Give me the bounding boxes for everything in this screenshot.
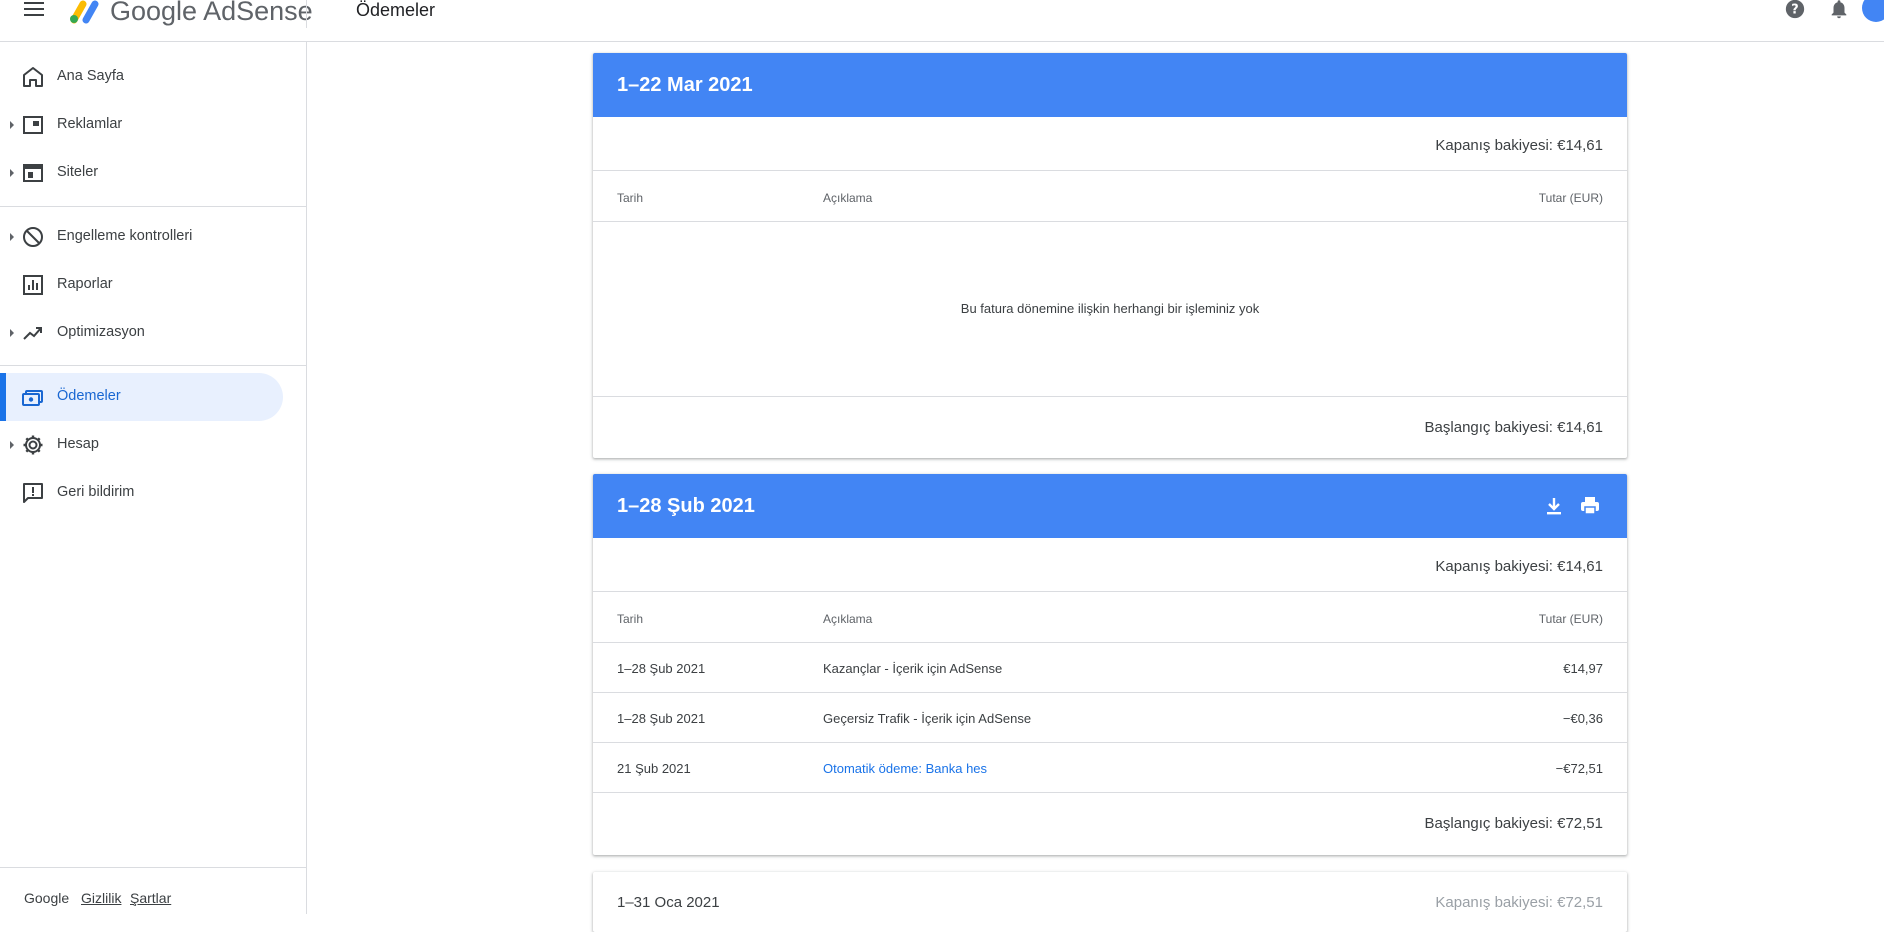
payments-icon bbox=[22, 390, 43, 406]
sidebar-item-home[interactable]: Ana Sayfa bbox=[0, 53, 283, 101]
sidebar-item-label: Ana Sayfa bbox=[57, 68, 124, 84]
closing-balance: Kapanış bakiyesi: €72,51 bbox=[1435, 894, 1603, 911]
sidebar-item-payments[interactable]: Ödemeler bbox=[0, 373, 283, 421]
statement-card-february: 1–28 Şub 2021 Kapanış bakiyesi: €14,61 T… bbox=[593, 474, 1627, 855]
column-date: Tarih bbox=[617, 191, 644, 205]
sidebar-item-blocking-controls[interactable]: Engelleme kontrolleri bbox=[0, 213, 283, 261]
opening-balance: Başlangıç bakiyesi: €72,51 bbox=[1424, 815, 1603, 832]
row-date: 21 Şub 2021 bbox=[617, 761, 691, 776]
column-description: Açıklama bbox=[823, 191, 873, 205]
adsense-logo-icon bbox=[70, 0, 99, 24]
ads-icon bbox=[23, 116, 43, 134]
block-icon bbox=[23, 227, 43, 247]
notifications-icon[interactable] bbox=[1827, 0, 1851, 20]
sidebar-item-sites[interactable]: Siteler bbox=[0, 149, 283, 197]
reports-icon bbox=[23, 275, 43, 295]
statement-card-march: 1–22 Mar 2021 Kapanış bakiyesi: €14,61 T… bbox=[593, 53, 1627, 458]
sidebar: Ana Sayfa Reklamlar Siteler Engelleme ko… bbox=[0, 42, 307, 914]
expand-caret-icon[interactable] bbox=[10, 121, 14, 129]
sites-icon bbox=[23, 164, 43, 182]
statement-period: 1–28 Şub 2021 bbox=[617, 495, 755, 517]
footer-privacy-link[interactable]: Gizlilik bbox=[81, 890, 121, 906]
sidebar-item-label: Geri bildirim bbox=[57, 484, 135, 500]
svg-text:?: ? bbox=[1791, 3, 1798, 18]
brand-logo[interactable]: Google AdSense bbox=[110, 0, 313, 27]
statement-header: 1–28 Şub 2021 bbox=[593, 474, 1627, 538]
top-app-bar: Google AdSense Ödemeler ? bbox=[0, 0, 1884, 42]
account-avatar[interactable] bbox=[1862, 0, 1884, 22]
expand-caret-icon[interactable] bbox=[10, 233, 14, 241]
header-divider bbox=[306, 0, 307, 28]
sidebar-divider bbox=[0, 365, 307, 366]
column-amount: Tutar (EUR) bbox=[1538, 191, 1603, 205]
table-row: 1–28 Şub 2021 Kazançlar - İçerik için Ad… bbox=[593, 643, 1627, 693]
expand-caret-icon[interactable] bbox=[10, 329, 14, 337]
statement-period: 1–31 Oca 2021 bbox=[617, 894, 720, 911]
settings-icon bbox=[23, 435, 43, 455]
column-amount: Tutar (EUR) bbox=[1538, 612, 1603, 626]
sidebar-item-label: Raporlar bbox=[57, 276, 113, 292]
sidebar-item-label: Siteler bbox=[57, 164, 99, 180]
row-description: Geçersiz Trafik - İçerik için AdSense bbox=[823, 711, 1032, 726]
statement-header: 1–22 Mar 2021 bbox=[593, 53, 1627, 117]
table-row: 1–28 Şub 2021 Geçersiz Trafik - İçerik i… bbox=[593, 693, 1627, 743]
opening-balance-row: Başlangıç bakiyesi: €14,61 bbox=[593, 396, 1627, 458]
row-amount: €14,97 bbox=[1563, 661, 1603, 676]
column-description: Açıklama bbox=[823, 612, 873, 626]
home-icon bbox=[23, 67, 43, 87]
closing-balance: Kapanış bakiyesi: €14,61 bbox=[1435, 558, 1603, 575]
row-amount: −€0,36 bbox=[1562, 711, 1603, 726]
expand-caret-icon[interactable] bbox=[10, 169, 14, 177]
table-header: Tarih Açıklama Tutar (EUR) bbox=[593, 171, 1627, 222]
sidebar-item-label: Hesap bbox=[57, 436, 99, 452]
table-header: Tarih Açıklama Tutar (EUR) bbox=[593, 592, 1627, 643]
closing-balance-row: Kapanış bakiyesi: €14,61 bbox=[593, 117, 1627, 171]
row-description: Kazançlar - İçerik için AdSense bbox=[823, 661, 1003, 676]
sidebar-item-account[interactable]: Hesap bbox=[0, 421, 283, 469]
sidebar-item-feedback[interactable]: Geri bildirim bbox=[0, 469, 283, 517]
sidebar-item-label: Optimizasyon bbox=[57, 324, 145, 340]
column-date: Tarih bbox=[617, 612, 644, 626]
sidebar-item-optimization[interactable]: Optimizasyon bbox=[0, 309, 283, 357]
help-icon[interactable]: ? bbox=[1783, 0, 1807, 20]
expand-caret-icon[interactable] bbox=[10, 441, 14, 449]
page-title: Ödemeler bbox=[356, 0, 436, 20]
footer-terms-link[interactable]: Şartlar bbox=[130, 890, 171, 906]
automatic-payment-link[interactable]: Otomatik ödeme: Banka hes bbox=[823, 761, 987, 776]
sidebar-item-label: Engelleme kontrolleri bbox=[57, 228, 193, 244]
feedback-icon bbox=[23, 483, 43, 503]
brand-google: Google bbox=[110, 0, 198, 26]
brand-product: AdSense bbox=[203, 0, 313, 26]
row-amount: −€72,51 bbox=[1555, 761, 1603, 776]
table-row: 21 Şub 2021 Otomatik ödeme: Banka hes −€… bbox=[593, 743, 1627, 793]
statement-period: 1–22 Mar 2021 bbox=[617, 74, 753, 96]
download-icon[interactable] bbox=[1542, 494, 1566, 518]
opening-balance-row: Başlangıç bakiyesi: €72,51 bbox=[593, 793, 1627, 855]
print-icon[interactable] bbox=[1578, 494, 1602, 518]
sidebar-item-label: Reklamlar bbox=[57, 116, 123, 132]
sidebar-item-ads[interactable]: Reklamlar bbox=[0, 101, 283, 149]
row-date: 1–28 Şub 2021 bbox=[617, 711, 706, 726]
row-date: 1–28 Şub 2021 bbox=[617, 661, 706, 676]
opening-balance: Başlangıç bakiyesi: €14,61 bbox=[1424, 419, 1603, 436]
closing-balance: Kapanış bakiyesi: €14,61 bbox=[1435, 137, 1603, 154]
sidebar-item-reports[interactable]: Raporlar bbox=[0, 261, 283, 309]
footer-google: Google bbox=[24, 890, 70, 906]
empty-transactions-message: Bu fatura dönemine ilişkin herhangi bir … bbox=[960, 301, 1260, 316]
trending-up-icon bbox=[23, 327, 42, 340]
sidebar-divider bbox=[0, 206, 307, 207]
sidebar-footer: Google Gizlilik Şartlar bbox=[0, 867, 307, 914]
closing-balance-row: Kapanış bakiyesi: €14,61 bbox=[593, 538, 1627, 592]
sidebar-item-label: Ödemeler bbox=[57, 388, 121, 404]
statement-card-january[interactable]: 1–31 Oca 2021 Kapanış bakiyesi: €72,51 bbox=[593, 872, 1627, 932]
menu-icon[interactable] bbox=[22, 0, 46, 22]
